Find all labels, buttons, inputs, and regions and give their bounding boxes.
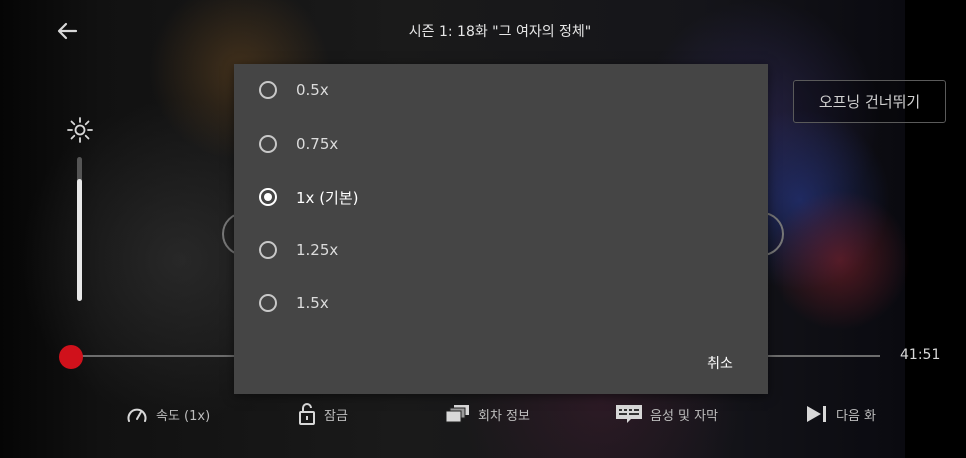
brightness-slider-fill [77, 178, 82, 301]
speed-option-1.5x[interactable]: 1.5x [234, 283, 768, 323]
audio-subtitles-button-label: 음성 및 자막 [650, 408, 719, 424]
brightness-icon [66, 116, 94, 144]
lock-button-label: 잠금 [324, 408, 348, 424]
next-episode-button[interactable]: 다음 화 [806, 401, 876, 427]
cancel-button[interactable]: 취소 [690, 348, 750, 378]
speed-option-label: 0.5x [296, 81, 329, 99]
subtitles-icon [616, 405, 642, 423]
speedometer-icon [127, 408, 147, 422]
speed-option-label: 1.5x [296, 294, 329, 312]
next-episode-button-label: 다음 화 [836, 408, 877, 424]
audio-subtitles-button[interactable]: 음성 및 자막 [616, 401, 718, 427]
next-episode-icon [807, 406, 826, 422]
speed-option-label: 1x (기본) [296, 188, 359, 207]
speed-button[interactable]: 속도 (1x) [126, 401, 210, 427]
radio-button-1x-selected[interactable] [259, 188, 277, 206]
radio-button-0.5x[interactable] [259, 81, 277, 99]
episode-title: 시즌 1: 18화 "그 여자의 정체" [408, 24, 592, 40]
radio-button-1.5x[interactable] [259, 294, 277, 312]
skip-intro-button[interactable]: 오프닝 건너뛰기 [793, 80, 946, 123]
episodes-button[interactable]: 회차 정보 [446, 401, 530, 427]
speed-button-label: 속도 (1x) [156, 408, 211, 424]
unlock-icon [299, 403, 315, 425]
remaining-time: 41:51 [900, 347, 941, 363]
speed-option-label: 0.75x [296, 135, 339, 153]
speed-option-0.5x[interactable]: 0.5x [234, 70, 768, 110]
speed-dialog: 0.5x 0.75x 1x (기본) 1.25x 1.5x 취소 [234, 64, 768, 394]
lock-button[interactable]: 잠금 [298, 401, 348, 427]
speed-option-0.75x[interactable]: 0.75x [234, 124, 768, 164]
episodes-button-label: 회차 정보 [478, 408, 530, 424]
speed-option-1.25x[interactable]: 1.25x [234, 230, 768, 270]
radio-button-0.75x[interactable] [259, 135, 277, 153]
brightness-slider[interactable] [77, 157, 82, 301]
radio-button-1.25x[interactable] [259, 241, 277, 259]
speed-option-1x[interactable]: 1x (기본) [234, 177, 768, 217]
seek-thumb[interactable] [59, 345, 83, 369]
speed-option-label: 1.25x [296, 241, 339, 259]
episodes-icon [446, 405, 469, 423]
